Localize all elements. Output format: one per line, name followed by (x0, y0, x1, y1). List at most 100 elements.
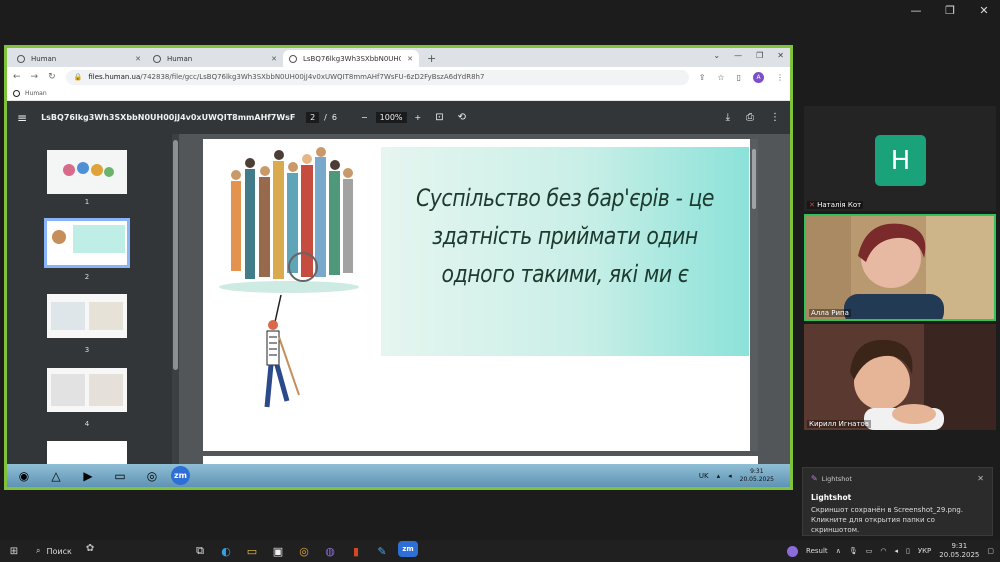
edge-icon[interactable]: ◐ (216, 541, 236, 561)
minimize-icon[interactable]: — (910, 4, 922, 17)
print-icon[interactable]: ⎙ (746, 112, 754, 123)
participant-tile-3[interactable]: Кирилл Игнатов (804, 324, 996, 430)
participant-tile-1[interactable]: H ✕ Наталія Кот (804, 106, 996, 211)
store-icon[interactable]: ▣ (268, 541, 288, 561)
menu-dots-icon[interactable]: ⋮ (776, 73, 784, 82)
battery-icon[interactable]: ▯ (906, 547, 910, 555)
thumbnail-image (47, 294, 127, 338)
browser-tab-2[interactable]: Human ✕ (147, 50, 283, 67)
sidepanel-icon[interactable]: ▯ (737, 73, 741, 82)
tab-close-icon[interactable]: ✕ (271, 55, 277, 63)
reload-icon[interactable]: ↻ (48, 72, 56, 82)
page-thumbnail-5[interactable] (47, 441, 127, 464)
close-icon[interactable]: ✕ (978, 4, 990, 17)
zoom-in-icon[interactable]: + (415, 113, 422, 122)
language-indicator[interactable]: UK (699, 472, 709, 480)
close-icon[interactable]: ✕ (777, 51, 784, 60)
share-icon[interactable]: ⇪ (699, 73, 706, 82)
browser-window-controls: ⌄ — ❐ ✕ (713, 51, 784, 60)
tab-close-icon[interactable]: ✕ (135, 55, 141, 63)
notification-header: ✎ Lightshot ✕ (811, 474, 984, 483)
tab-close-icon[interactable]: ✕ (407, 55, 413, 63)
remote-date: 20.05.2025 (739, 475, 774, 483)
rotate-icon[interactable]: ⟲ (458, 112, 466, 123)
current-page-input[interactable]: 2 (306, 112, 320, 123)
microphone-icon[interactable]: 🎙 (849, 547, 858, 555)
language-indicator[interactable]: УКР (918, 547, 931, 555)
zoom-input[interactable]: 100% (375, 112, 407, 123)
toolbar-actions: ⇪ ☆ ▯ A ⋮ (699, 71, 784, 83)
wifi-icon[interactable]: ◠ (880, 547, 886, 555)
zoom-out-icon[interactable]: − (361, 113, 368, 122)
browser-tab-1[interactable]: Human ✕ (11, 50, 147, 67)
bookmarks-bar: Human (7, 87, 790, 101)
slide-quote: Суспільство без бар'єрів - це здатність … (415, 184, 715, 288)
taskbar-apps: ⧉ ◐ ▭ ▣ ◎ ◍ ▮ ✎ zm (190, 541, 418, 561)
paint-icon[interactable]: ✎ (372, 541, 392, 561)
chrome-icon[interactable]: ◎ (294, 541, 314, 561)
page-thumbnail-1[interactable] (47, 150, 127, 194)
total-pages: 6 (331, 113, 337, 122)
zoom-app-icon[interactable]: zm (398, 541, 418, 557)
taskbar-search[interactable]: ⌕ Поиск ✿ (28, 540, 178, 562)
fit-page-icon[interactable]: ⊡ (435, 112, 443, 123)
bookmark-human[interactable]: Human (25, 90, 47, 97)
page-scrollbar[interactable] (750, 139, 758, 451)
system-time: 9:31 (951, 542, 968, 550)
windows-taskbar: ⊞ ⌕ Поиск ✿ ⧉ ◐ ▭ ▣ ◎ ◍ ▮ ✎ zm Result ∧ … (0, 540, 1000, 562)
participant-avatar: H (875, 135, 926, 186)
windows-start-icon[interactable]: ◉ (11, 466, 37, 485)
network-icon[interactable]: ▴ (717, 472, 721, 480)
download-icon[interactable]: ⤓ (726, 112, 730, 123)
menu-icon[interactable]: ≡ (17, 111, 27, 125)
result-icon[interactable] (787, 545, 799, 557)
globe-icon (289, 54, 297, 63)
thumbnail-sidebar: 1 2 3 4 (7, 134, 179, 464)
browser-tab-3-active[interactable]: LsBQ76lkg3Wh3SXbbN0UH0(iJ4v… ✕ (283, 50, 419, 67)
volume-icon[interactable]: ◂ (728, 472, 732, 480)
system-tray: Result ∧ 🎙 ▭ ◠ ◂ ▯ УКР 9:31 20.05.2025 ▢ (787, 542, 1000, 560)
remote-clock: 9:31 20.05.2025 (740, 468, 774, 484)
close-icon[interactable]: ✕ (977, 474, 984, 483)
star-icon[interactable]: ☆ (717, 73, 724, 82)
new-tab-icon[interactable]: + (419, 52, 444, 67)
page-thumbnail-4[interactable] (47, 368, 127, 412)
powerpoint-icon[interactable]: ▮ (346, 541, 366, 561)
url-path: /742838/file/gcc/LsBQ76lkg3Wh3SXbbN0UH00… (140, 73, 485, 81)
thumbnail-number: 1 (84, 198, 90, 206)
maximize-icon[interactable]: ❐ (944, 4, 956, 17)
folder-icon[interactable]: ▭ (107, 466, 133, 485)
back-icon[interactable]: ← (13, 72, 21, 82)
windows-start-icon[interactable]: ⊞ (0, 546, 28, 557)
participant-video (806, 216, 994, 319)
maximize-icon[interactable]: ❐ (756, 51, 763, 60)
viber-icon[interactable]: ◍ (320, 541, 340, 561)
more-icon[interactable]: ⋮ (770, 112, 780, 123)
result-label[interactable]: Result (806, 547, 828, 555)
page-separator: / (324, 113, 327, 122)
page-thumbnail-3[interactable] (47, 294, 127, 338)
lightshot-notification[interactable]: ✎ Lightshot ✕ Lightshot Скриншот сохранё… (802, 467, 993, 536)
volume-icon[interactable]: ◂ (894, 547, 898, 555)
task-view-icon[interactable]: ⧉ (190, 541, 210, 561)
minimize-icon[interactable]: — (734, 51, 742, 60)
browser-tabbar: Human ✕ Human ✕ LsBQ76lkg3Wh3SXbbN0UH0(i… (7, 48, 790, 67)
zoom-app-icon[interactable]: zm (171, 466, 190, 485)
media-player-icon[interactable]: ▶ (75, 466, 101, 485)
thumbnail-scrollbar[interactable] (172, 134, 179, 464)
page-thumbnail-2[interactable] (44, 218, 130, 268)
tray-chevron-icon[interactable]: ∧ (836, 547, 841, 555)
system-clock[interactable]: 9:31 20.05.2025 (939, 542, 979, 560)
file-explorer-icon[interactable]: ▭ (242, 541, 262, 561)
tab-search-icon[interactable]: ⌄ (713, 51, 720, 60)
notification-message: Скриншот сохранён в Screenshot_29.png. К… (811, 506, 964, 534)
notifications-icon[interactable]: ▢ (987, 547, 994, 555)
participant-tile-2[interactable]: Алла Рипа (804, 214, 996, 321)
chrome-icon[interactable]: ◎ (139, 466, 165, 485)
profile-avatar[interactable]: A (753, 71, 764, 83)
muted-mic-icon: ✕ (809, 201, 818, 209)
forward-icon[interactable]: → (31, 72, 39, 82)
url-input[interactable]: 🔒 files.human.ua/742838/file/gcc/LsBQ76l… (65, 69, 689, 85)
app-triangle-icon[interactable]: △ (43, 466, 69, 485)
display-icon[interactable]: ▭ (866, 547, 873, 555)
